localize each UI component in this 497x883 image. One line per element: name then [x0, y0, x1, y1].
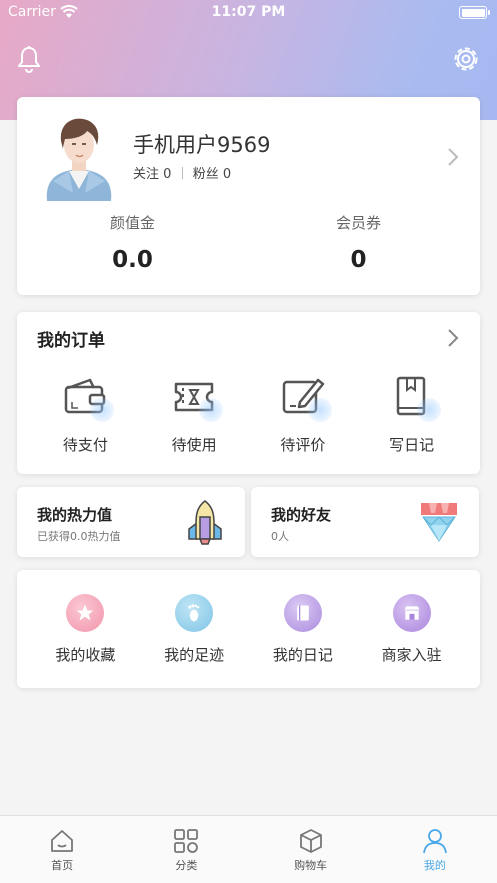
bell-icon[interactable]: [14, 44, 44, 74]
shortcut-card: 我的收藏 我的足迹 我的日记 商家入驻: [17, 570, 480, 688]
shortcut-label: 商家入驻: [381, 646, 442, 664]
friends-title: 我的好友: [271, 506, 332, 524]
order-to-review[interactable]: 待评价: [253, 372, 353, 455]
home-icon: [51, 830, 74, 852]
orders-title: 我的订单: [37, 331, 105, 351]
tab-label: 我的: [423, 859, 446, 872]
username: 手机用户9569: [133, 133, 271, 157]
footprint-icon: [188, 604, 200, 622]
profile-icon: [422, 829, 447, 854]
stat-label: 会员券: [335, 214, 381, 232]
shop-icon: [404, 606, 420, 620]
tab-label: 购物车: [294, 859, 328, 872]
divider: [181, 167, 183, 179]
clock: 11:07 PM: [211, 4, 286, 20]
stat-label: 颜值金: [109, 214, 155, 232]
shortcut-label: 我的日记: [272, 646, 333, 664]
order-pending-payment[interactable]: 待支付: [35, 372, 135, 455]
tab-cart[interactable]: 购物车: [249, 816, 373, 883]
follow-label[interactable]: 关注: [133, 167, 159, 182]
friends-subtitle: 0人: [271, 530, 289, 543]
notebook-icon: [297, 605, 309, 621]
tab-label: 首页: [51, 859, 74, 872]
tab-category[interactable]: 分类: [124, 816, 248, 883]
follow-stats: 关注 0 粉丝 0: [133, 163, 231, 182]
stat-member-coupon[interactable]: 会员券 0: [243, 212, 474, 273]
battery-icon: [459, 6, 490, 19]
order-label: 待支付: [62, 436, 108, 454]
orders-card: 我的订单 待支付 待使用 待评价 写日记: [17, 312, 480, 474]
tab-label: 分类: [175, 859, 198, 872]
category-grid-icon: [174, 829, 199, 853]
fans-label[interactable]: 粉丝: [193, 167, 219, 182]
stat-beauty-gold[interactable]: 颜值金 0.0: [17, 212, 248, 273]
my-favorites[interactable]: 我的收藏: [35, 594, 135, 665]
order-label: 待评价: [280, 436, 326, 454]
chevron-right-icon[interactable]: [446, 328, 460, 348]
order-label: 待使用: [171, 436, 217, 454]
cart-box-icon: [299, 829, 322, 853]
merchant-join[interactable]: 商家入驻: [362, 594, 462, 665]
friends-card[interactable]: 我的好友 0人: [251, 487, 479, 557]
status-bar: Carrier 11:07 PM: [0, 0, 497, 26]
shortcut-label: 我的收藏: [55, 646, 116, 664]
rocket-icon: [188, 500, 222, 545]
heat-subtitle: 已获得0.0热力值: [37, 530, 121, 543]
gear-icon[interactable]: [451, 44, 481, 74]
follow-count[interactable]: 0: [163, 167, 171, 182]
order-label: 写日记: [389, 436, 435, 454]
stat-value: 0: [350, 247, 367, 273]
fans-count[interactable]: 0: [223, 167, 231, 182]
tab-home[interactable]: 首页: [0, 816, 124, 883]
chevron-right-icon[interactable]: [446, 147, 460, 167]
order-to-use[interactable]: 待使用: [144, 372, 244, 455]
heat-value-card[interactable]: 我的热力值 已获得0.0热力值: [17, 487, 245, 557]
my-footprints[interactable]: 我的足迹: [144, 594, 244, 665]
tab-mine[interactable]: 我的: [373, 816, 497, 883]
avatar[interactable]: [39, 111, 119, 201]
shortcut-label: 我的足迹: [164, 646, 225, 664]
diamond-icon: [421, 503, 457, 542]
profile-card[interactable]: 手机用户9569 关注 0 粉丝 0 颜值金 0.0 会员券 0: [17, 97, 480, 295]
stat-value: 0.0: [112, 247, 153, 273]
my-diary[interactable]: 我的日记: [253, 594, 353, 665]
order-write-diary[interactable]: 写日记: [362, 372, 462, 455]
star-icon: [77, 604, 94, 621]
tab-bar: 首页 分类 购物车 我的: [0, 815, 497, 883]
heat-title: 我的热力值: [37, 506, 113, 524]
